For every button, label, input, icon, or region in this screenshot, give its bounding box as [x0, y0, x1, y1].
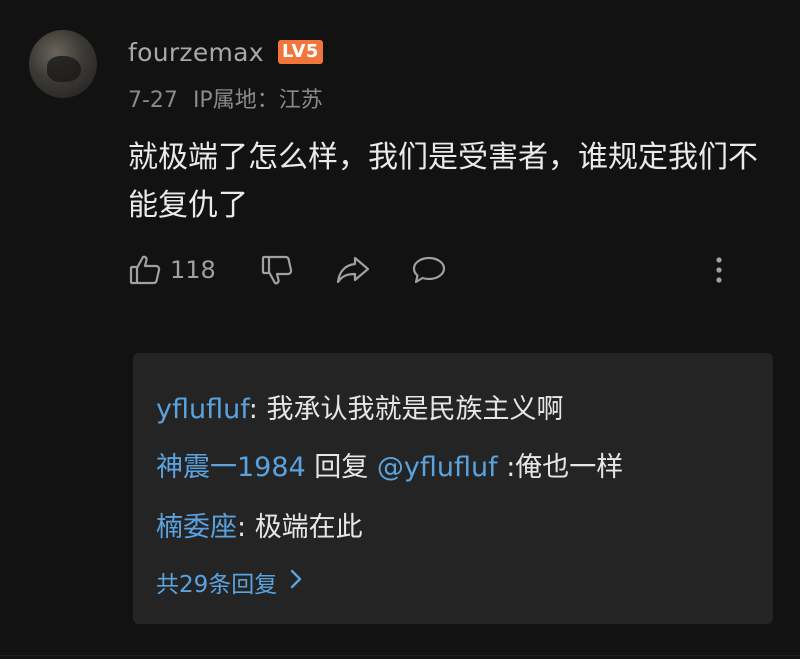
view-all-replies-label: 共29条回复: [156, 572, 278, 598]
reply-author[interactable]: 楠委座: [156, 512, 237, 543]
level-badge: LV5: [278, 40, 323, 64]
reply-text: 我承认我就是民族主义啊: [266, 394, 564, 425]
reply-author[interactable]: yflufluf: [156, 394, 249, 425]
more-options-button[interactable]: [714, 250, 724, 290]
replies-preview[interactable]: yflufluf: 我承认我就是民族主义啊 神震一1984 回复 @yflufl…: [133, 353, 773, 624]
like-count: 118: [170, 256, 216, 284]
reply-icon: [411, 253, 447, 287]
chevron-right-icon: [277, 568, 303, 596]
comment-date: 7-27: [128, 88, 178, 113]
like-button[interactable]: 118: [128, 250, 216, 290]
avatar-image: [47, 56, 81, 82]
comment-meta: 7-27 IP属地：江苏: [128, 82, 323, 114]
reply-item[interactable]: 神震一1984 回复 @yflufluf :俺也一样: [156, 445, 623, 484]
ip-location: IP属地：江苏: [192, 88, 323, 113]
reply-item[interactable]: yflufluf: 我承认我就是民族主义啊: [156, 387, 563, 426]
comment-text: 就极端了怎么样，我们是受害者，谁规定我们不能复仇了: [128, 140, 758, 223]
dislike-icon: [260, 253, 294, 287]
share-button[interactable]: [335, 250, 371, 290]
divider: [0, 655, 800, 656]
reply-separator: :: [248, 394, 267, 425]
dislike-button[interactable]: [260, 250, 294, 290]
reply-text: :俺也一样: [497, 452, 624, 483]
share-icon: [335, 253, 371, 287]
reply-item[interactable]: 楠委座: 极端在此: [156, 505, 363, 544]
avatar[interactable]: [29, 30, 97, 98]
reply-author[interactable]: 神震一1984: [156, 452, 306, 483]
reply-text: 极端在此: [254, 512, 363, 543]
view-all-replies-link[interactable]: 共29条回复: [156, 565, 303, 599]
reply-separator: :: [237, 512, 255, 543]
reply-word: 回复: [305, 452, 377, 483]
comment-actions: 118: [128, 250, 748, 290]
more-icon: [714, 253, 724, 287]
like-icon: [128, 253, 162, 287]
username[interactable]: fourzemax: [128, 38, 264, 67]
reply-mention[interactable]: @yflufluf: [377, 452, 498, 483]
reply-button[interactable]: [411, 250, 447, 290]
